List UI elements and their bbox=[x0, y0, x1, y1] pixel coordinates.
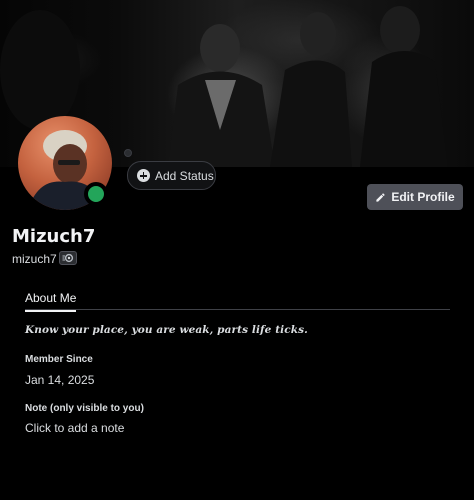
plus-circle-icon bbox=[137, 169, 150, 182]
member-since-value: Jan 14, 2025 bbox=[25, 373, 95, 387]
nitro-badge-icon[interactable] bbox=[59, 251, 77, 265]
online-status-indicator bbox=[84, 182, 108, 206]
add-status-button[interactable]: Add Status bbox=[127, 161, 216, 190]
edit-profile-button[interactable]: Edit Profile bbox=[367, 184, 463, 210]
profile-tabs: About Me bbox=[25, 288, 450, 312]
note-input[interactable]: Click to add a note bbox=[25, 421, 325, 439]
note-title: Note (only visible to you) bbox=[25, 403, 144, 414]
edit-profile-label: Edit Profile bbox=[391, 190, 455, 204]
bio-text: Know your place, you are weak, parts lif… bbox=[25, 324, 308, 336]
member-since-title: Member Since bbox=[25, 354, 93, 365]
username: mizuch7 bbox=[12, 252, 57, 266]
add-status-label: Add Status bbox=[155, 168, 214, 183]
display-name: Mizuch7 bbox=[12, 226, 96, 247]
pencil-icon bbox=[376, 192, 385, 202]
tab-about-me[interactable]: About Me bbox=[25, 291, 77, 312]
badge-glyph bbox=[62, 253, 74, 263]
status-bubble-tail bbox=[124, 149, 132, 157]
